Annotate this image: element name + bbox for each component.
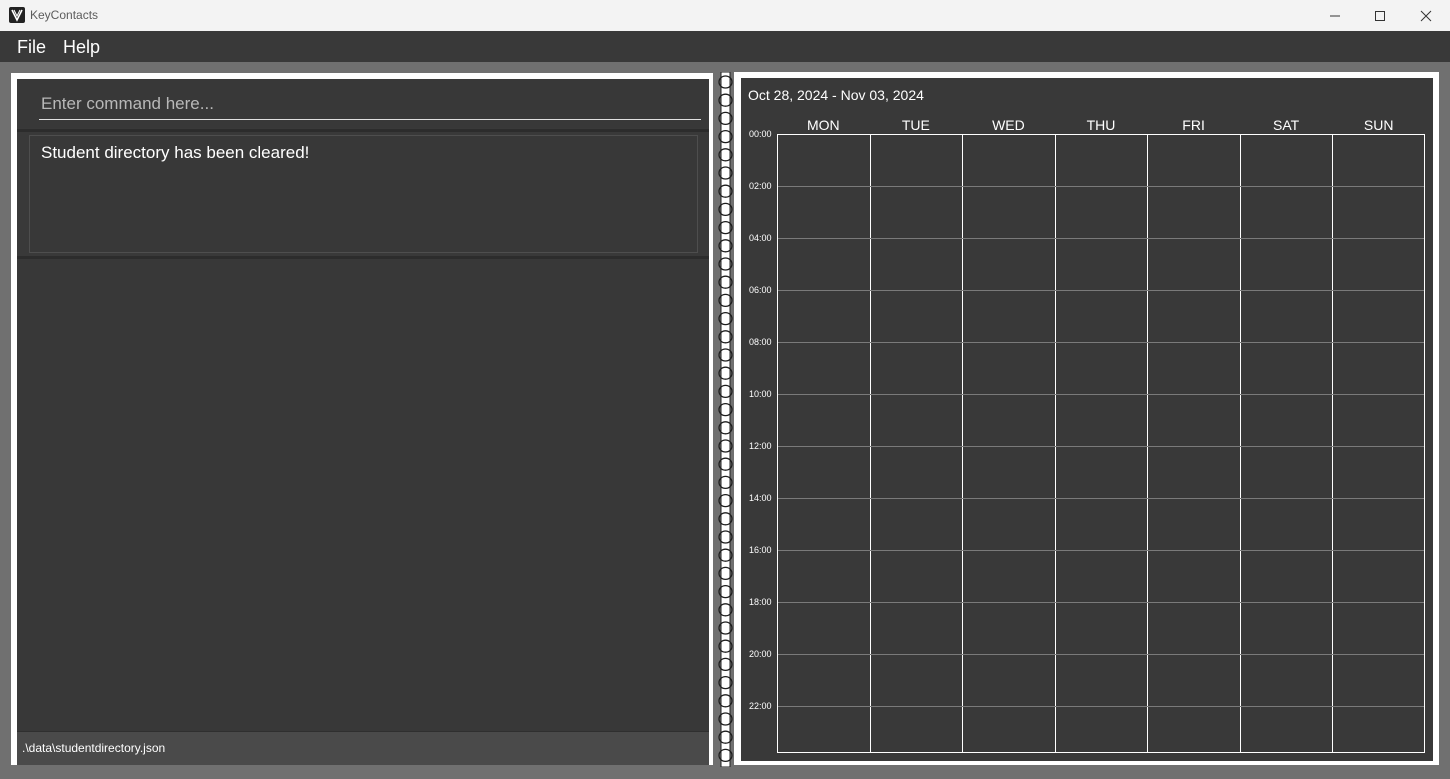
app-logo-icon (9, 7, 25, 23)
hour-label: 18:00 (749, 597, 772, 607)
day-column-divider (1239, 135, 1241, 752)
day-header-fri: FRI (1182, 117, 1205, 133)
hour-label: 06:00 (749, 285, 772, 295)
maximize-icon (1375, 11, 1385, 21)
calendar-panel: Oct 28, 2024 - Nov 03, 2024 MON TUE WED THU… (741, 78, 1433, 761)
hour-label: 16:00 (749, 545, 772, 555)
save-location: .\data\studentdirectory.json (22, 741, 166, 755)
binding-spine (720, 72, 731, 767)
hour-gridline (778, 394, 1424, 395)
menu-bar: File Help (0, 31, 1450, 62)
day-header-tue: TUE (901, 117, 930, 133)
minimize-button[interactable] (1312, 0, 1358, 31)
hour-gridline (778, 706, 1424, 707)
hour-gridline (778, 602, 1424, 603)
calendar-grid[interactable] (777, 134, 1425, 753)
close-icon (1420, 10, 1432, 22)
command-box (19, 79, 707, 128)
day-header-mon: MON (806, 117, 840, 133)
menu-help[interactable]: Help (63, 37, 100, 58)
maximize-button[interactable] (1357, 0, 1403, 31)
status-bar: .\data\studentdirectory.json (17, 731, 709, 765)
week-range-label: Oct 28, 2024 - Nov 03, 2024 (748, 87, 924, 103)
day-column-divider (1147, 135, 1149, 752)
hour-gridline (778, 290, 1424, 291)
day-header-wed: WED (992, 117, 1025, 133)
hour-gridline (778, 186, 1424, 187)
hour-gridline (778, 654, 1424, 655)
result-message: Student directory has been cleared! (41, 143, 310, 162)
student-list (17, 259, 709, 731)
hour-label: 02:00 (749, 181, 772, 191)
hour-gridline (778, 498, 1424, 499)
day-column-divider (1332, 135, 1334, 752)
day-header-sun: SUN (1363, 117, 1394, 133)
hour-label: 10:00 (749, 389, 772, 399)
hour-gridline (778, 550, 1424, 551)
hour-label: 04:00 (749, 233, 772, 243)
hour-gridline (778, 446, 1424, 447)
window-title: KeyContacts (30, 8, 99, 22)
hour-label: 14:00 (749, 493, 772, 503)
hour-gridline (778, 342, 1424, 343)
hour-label: 12:00 (749, 441, 772, 451)
hour-label: 00:00 (749, 129, 772, 139)
left-panel: Student directory has been cleared! .\da… (17, 79, 709, 765)
day-column-divider (1054, 135, 1056, 752)
minimize-icon (1330, 15, 1340, 17)
title-bar: KeyContacts (0, 0, 1450, 32)
spiral-binding (718, 72, 733, 767)
hour-label: 20:00 (749, 649, 772, 659)
result-display: Student directory has been cleared! (29, 135, 698, 253)
menu-file[interactable]: File (17, 37, 46, 58)
day-column-divider (962, 135, 964, 752)
hour-label: 22:00 (749, 701, 772, 711)
close-button[interactable] (1403, 0, 1449, 31)
command-input[interactable] (39, 89, 701, 120)
day-header-thu: THU (1086, 117, 1116, 133)
day-column-divider (869, 135, 871, 752)
divider (17, 129, 709, 132)
day-header-sat: SAT (1273, 117, 1300, 133)
main-area: Student directory has been cleared! .\da… (0, 62, 1450, 779)
hour-gridline (778, 238, 1424, 239)
hour-label: 08:00 (749, 337, 772, 347)
